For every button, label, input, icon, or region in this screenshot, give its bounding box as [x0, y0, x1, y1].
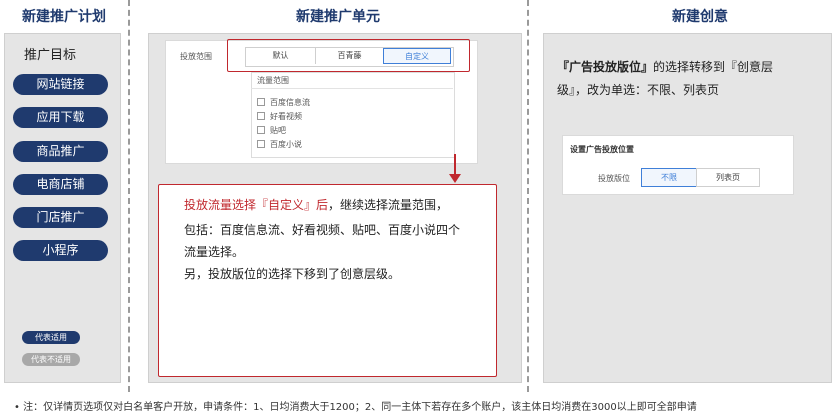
traffic-option-label: 百度小说 [270, 140, 302, 149]
traffic-option-label: 好看视频 [270, 112, 302, 121]
checkbox-icon[interactable] [257, 112, 265, 120]
placement-label: 投放范围 [180, 52, 212, 61]
creative-desc-text: 的选择转移到『创意层 [653, 60, 774, 74]
goal-ecommerce-store[interactable]: 电商店铺 [13, 174, 108, 195]
traffic-option-row[interactable]: 贴吧 [257, 125, 286, 136]
goal-website-link[interactable]: 网站链接 [13, 74, 108, 95]
creative-desc-line-2: 级』，改为单选：不限、列表页 [557, 83, 720, 97]
arrow-down-icon [449, 154, 461, 183]
goal-product-promotion[interactable]: 商品推广 [13, 141, 108, 162]
traffic-option-row[interactable]: 百度小说 [257, 139, 302, 150]
settings-title: 设置广告投放位置 [570, 145, 634, 154]
checkbox-icon[interactable] [257, 98, 265, 106]
legend-not-applicable: 代表不适用 [22, 353, 80, 366]
footnote: • 注：仅详情页选项仅对白名单客户开放，申请条件：1、日均消费大于1200；2、… [14, 402, 697, 413]
segment-default[interactable]: 默认 [246, 48, 315, 64]
note-line-2: 包括：百度信息流、好看视频、贴吧、百度小说四个 [184, 223, 461, 237]
traffic-option-label: 贴吧 [270, 126, 286, 135]
note-line-4: 另，投放版位的选择下移到了创意层级。 [184, 267, 401, 281]
traffic-option-label: 百度信息流 [270, 98, 310, 107]
note-text: ，继续选择流量范围， [328, 198, 449, 212]
goal-title: 推广目标 [24, 48, 77, 63]
note-line-3: 流量选择。 [184, 245, 245, 259]
goal-store-promotion[interactable]: 门店推广 [13, 207, 108, 228]
creative-desc-line-1: 『广告投放版位』的选择转移到『创意层 [557, 58, 773, 75]
segment-custom[interactable]: 自定义 [383, 48, 451, 64]
traffic-option-row[interactable]: 好看视频 [257, 111, 302, 122]
position-option-unlimited[interactable]: 不限 [641, 168, 697, 187]
traffic-option-row[interactable]: 百度信息流 [257, 97, 310, 108]
creative-column-title: 新建创意 [672, 9, 728, 25]
checkbox-icon[interactable] [257, 126, 265, 134]
note-line-1: 投放流量选择『自定义』后，继续选择流量范围， [184, 196, 448, 213]
legend-applicable: 代表适用 [22, 331, 80, 344]
plan-column-title: 新建推广计划 [22, 9, 106, 25]
traffic-range-label: 流量范围 [257, 76, 289, 85]
unit-column-title: 新建推广单元 [296, 9, 380, 25]
traffic-range-divider [251, 88, 453, 89]
goal-app-download[interactable]: 应用下载 [13, 107, 108, 128]
position-option-list-page[interactable]: 列表页 [696, 168, 760, 187]
note-highlight: 投放流量选择『自定义』后 [184, 198, 329, 212]
column-divider [527, 0, 529, 392]
segment-baiqingteng[interactable]: 百青藤 [316, 48, 383, 64]
column-divider [128, 0, 130, 392]
goal-mini-program[interactable]: 小程序 [13, 240, 108, 261]
creative-desc-bold: 『广告投放版位』 [557, 60, 654, 74]
position-label: 投放版位 [598, 174, 630, 183]
checkbox-icon[interactable] [257, 140, 265, 148]
